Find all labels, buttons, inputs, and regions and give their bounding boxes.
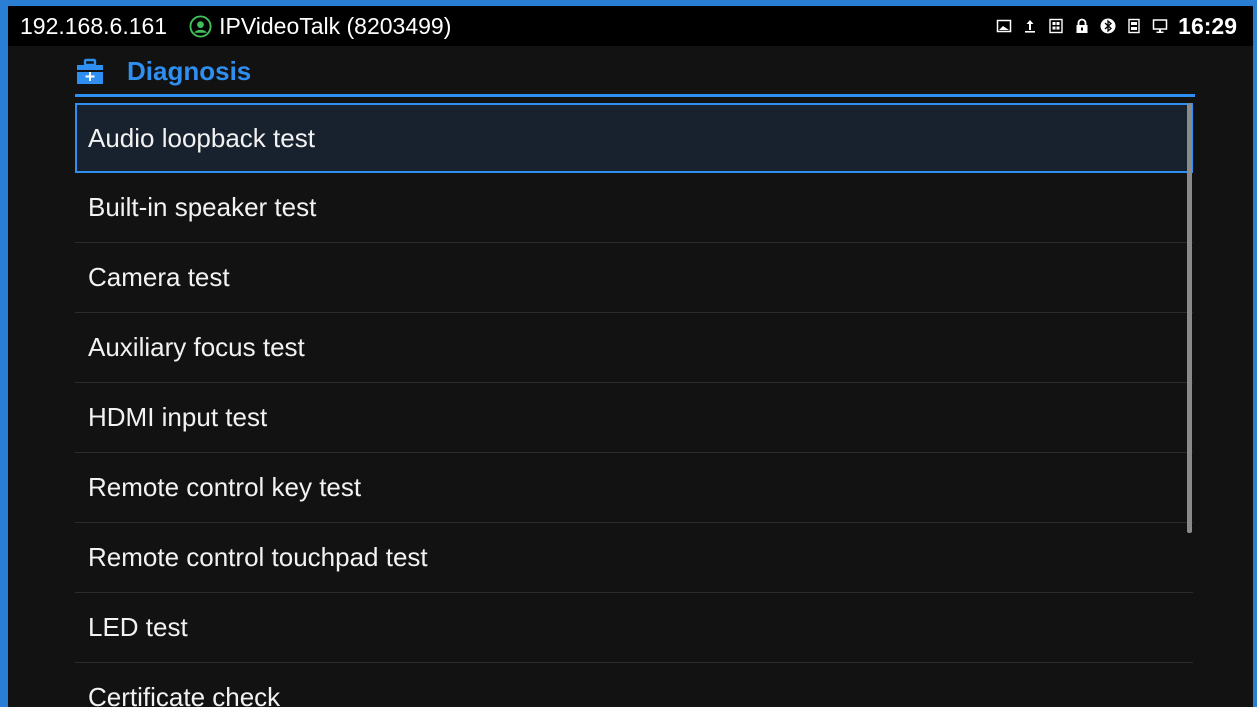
monitor-icon: [1152, 19, 1168, 33]
list-item-label: Auxiliary focus test: [88, 332, 305, 362]
diagnosis-list: Audio loopback test Built-in speaker tes…: [75, 103, 1193, 707]
page-title: Diagnosis: [127, 56, 252, 86]
list-item-label: Remote control key test: [88, 472, 362, 502]
page-header: Diagnosis: [75, 54, 1195, 96]
list-item-camera-test[interactable]: Camera test: [75, 243, 1193, 313]
ip-address: 192.168.6.161: [20, 12, 168, 39]
list-item-label: Camera test: [88, 262, 230, 292]
list-item-audio-loopback-test[interactable]: Audio loopback test: [75, 103, 1193, 173]
account-indicator[interactable]: IPVideoTalk (8203499): [189, 13, 451, 40]
scrollbar-thumb[interactable]: [1187, 103, 1192, 533]
list-item-label: Remote control touchpad test: [88, 542, 428, 572]
clock: 16:29: [1178, 12, 1237, 39]
status-bar: 192.168.6.161 IPVideoTalk (8203499) 16:2…: [8, 6, 1253, 46]
account-label: IPVideoTalk (8203499): [219, 12, 452, 39]
scrollbar[interactable]: [1187, 103, 1192, 707]
account-status-icon: [189, 14, 212, 38]
diagnosis-screen: 192.168.6.161 IPVideoTalk (8203499) 16:2…: [8, 6, 1253, 707]
list-item-led-test[interactable]: LED test: [75, 593, 1193, 663]
toolbox-icon: [77, 58, 103, 84]
list-item-remote-control-key-test[interactable]: Remote control key test: [75, 453, 1193, 523]
image-icon: [996, 19, 1012, 33]
header-divider: [75, 94, 1195, 97]
status-icons: 16:29: [986, 6, 1237, 46]
bluetooth-icon: [1100, 18, 1116, 34]
list-item-remote-control-touchpad-test[interactable]: Remote control touchpad test: [75, 523, 1193, 593]
list-item-auxiliary-focus-test[interactable]: Auxiliary focus test: [75, 313, 1193, 383]
list-item-label: Built-in speaker test: [88, 192, 317, 222]
list-item-label: LED test: [88, 612, 188, 642]
lock-icon: [1076, 18, 1088, 33]
upload-icon: [1025, 20, 1036, 33]
sim-card-icon: [1049, 18, 1063, 34]
list-item-label: Certificate check: [88, 682, 281, 707]
memory-card-icon: [1128, 18, 1140, 34]
list-item-label: HDMI input test: [88, 402, 268, 432]
list-item-hdmi-input-test[interactable]: HDMI input test: [75, 383, 1193, 453]
list-item-built-in-speaker-test[interactable]: Built-in speaker test: [75, 173, 1193, 243]
list-item-label: Audio loopback test: [88, 122, 315, 153]
list-item-certificate-check[interactable]: Certificate check: [75, 663, 1193, 707]
